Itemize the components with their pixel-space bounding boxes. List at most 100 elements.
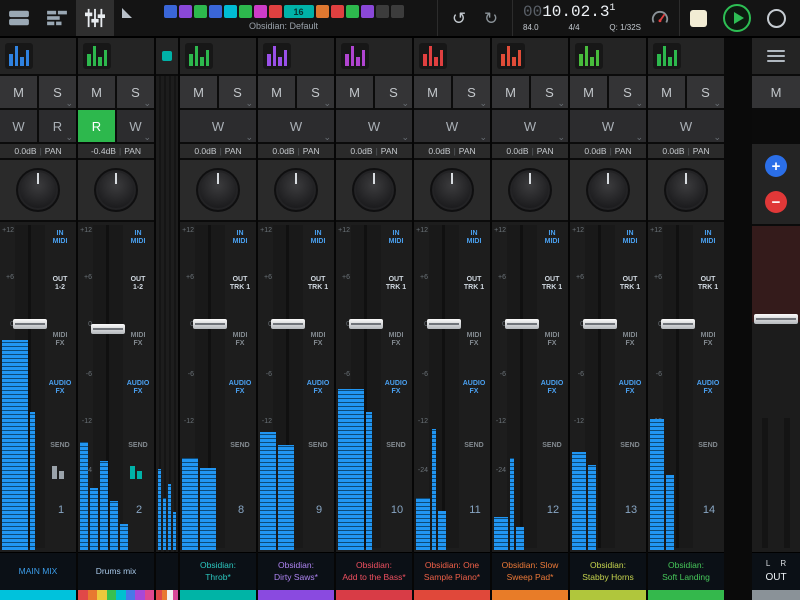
scene-cell[interactable] [194,5,207,18]
routing-label[interactable]: AUDIO FX [382,380,410,397]
scene-cell[interactable] [391,5,404,18]
channel-name[interactable]: Obsidian: One Sample Piano* [414,552,490,590]
gain-pan-row[interactable]: -0.4dB|PAN [78,144,154,160]
mute-button[interactable]: M [180,76,217,108]
routing-label[interactable]: MIDI FX [46,332,74,349]
routing-label[interactable]: SEND [616,442,644,450]
record-button[interactable] [767,9,786,28]
pan-knob[interactable] [16,168,60,212]
playhead-marker[interactable] [122,8,132,18]
collapsed-tracks-strip[interactable] [156,38,178,600]
channel-name[interactable]: Obsidian: Throb* [180,552,256,590]
gain-pan-row[interactable]: 0.0dB|PAN [180,144,256,160]
scene-cell[interactable] [346,5,359,18]
time-signature[interactable]: 4/4 [568,23,579,32]
pan-knob[interactable] [664,168,708,212]
routing-label[interactable]: SEND [304,442,332,450]
routing-label[interactable]: OUT TRK 1 [382,276,410,293]
routing-label[interactable]: AUDIO FX [304,380,332,397]
routing-label[interactable]: MIDI FX [124,332,152,349]
master-mute-button[interactable]: M [752,76,800,108]
fader-handle[interactable] [427,319,461,329]
scene-cell[interactable] [331,5,344,18]
gain-pan-row[interactable]: 0.0dB|PAN [414,144,490,160]
mute-button[interactable]: M [492,76,529,108]
instrument-icon[interactable] [497,43,525,69]
routing-label[interactable]: MIDI FX [382,332,410,349]
channel-name[interactable]: Obsidian: Stabby Horns [570,552,646,590]
scene-cell[interactable] [254,5,267,18]
routing-label[interactable]: SEND [694,442,722,450]
routing-label[interactable]: IN MIDI [382,230,410,247]
routing-label[interactable]: IN MIDI [304,230,332,247]
routing-label[interactable]: MIDI FX [304,332,332,349]
mute-button[interactable]: M [570,76,607,108]
fader-handle[interactable] [13,319,47,329]
fader-handle[interactable] [661,319,695,329]
routing-label[interactable]: AUDIO FX [46,380,74,397]
routing-label[interactable]: IN MIDI [616,230,644,247]
gain-pan-row[interactable]: 0.0dB|PAN [648,144,724,160]
fader-handle[interactable] [91,324,125,334]
mixer-view-button[interactable] [76,0,114,36]
channel-name[interactable]: Obsidian: Dirty Saws* [258,552,334,590]
routing-label[interactable]: AUDIO FX [460,380,488,397]
routing-label[interactable]: MIDI FX [616,332,644,349]
instrument-icon[interactable] [653,43,681,69]
routing-label[interactable]: MIDI FX [538,332,566,349]
group-icon[interactable] [52,466,68,479]
fader-handle[interactable] [505,319,539,329]
routing-label[interactable]: IN MIDI [124,230,152,247]
cpu-meter-icon[interactable] [651,9,669,27]
routing-label[interactable]: MIDI FX [226,332,254,349]
scene-cell[interactable] [316,5,329,18]
routing-label[interactable]: OUT TRK 1 [460,276,488,293]
routing-label[interactable]: SEND [124,442,152,450]
pan-knob[interactable] [274,168,318,212]
preset-name[interactable]: Obsidian: Default [249,21,318,31]
routing-label[interactable]: MIDI FX [460,332,488,349]
scene-cell[interactable] [239,5,252,18]
instrument-icon[interactable] [83,43,111,69]
routing-label[interactable]: AUDIO FX [124,380,152,397]
add-channel-button[interactable]: + [765,155,787,177]
fader-handle[interactable] [349,319,383,329]
instrument-icon[interactable] [341,43,369,69]
routing-label[interactable]: OUT TRK 1 [616,276,644,293]
gain-pan-row[interactable]: 0.0dB|PAN [492,144,568,160]
gain-pan-row[interactable]: 0.0dB|PAN [0,144,76,160]
instrument-icon[interactable] [575,43,603,69]
routing-label[interactable]: OUT TRK 1 [226,276,254,293]
redo-button[interactable]: ↻ [480,10,502,27]
channel-name[interactable]: Obsidian: Slow Sweep Pad* [492,552,568,590]
routing-label[interactable]: SEND [46,442,74,450]
pan-knob[interactable] [508,168,552,212]
routing-label[interactable]: IN MIDI [460,230,488,247]
instrument-icon[interactable] [419,43,447,69]
routing-label[interactable]: IN MIDI [46,230,74,247]
pan-knob[interactable] [196,168,240,212]
channel-name[interactable]: MAIN MIX [0,552,76,590]
mute-button[interactable]: M [336,76,373,108]
tempo-value[interactable]: 84.0 [523,23,539,32]
stop-button[interactable] [690,10,707,27]
menu-icon[interactable] [767,50,785,62]
scene-cell[interactable] [224,5,237,18]
routing-label[interactable]: OUT TRK 1 [304,276,332,293]
routing-label[interactable]: IN MIDI [694,230,722,247]
routing-label[interactable]: SEND [538,442,566,450]
pan-knob[interactable] [430,168,474,212]
routing-label[interactable]: SEND [226,442,254,450]
routing-label[interactable]: OUT TRK 1 [694,276,722,293]
scene-cell[interactable] [361,5,374,18]
routing-label[interactable]: IN MIDI [538,230,566,247]
scene-cell[interactable] [376,5,389,18]
time-display[interactable]: 0010.02.31 84.0 4/4 Q: 1/32S [523,4,641,32]
channel-name[interactable]: Drums mix [78,552,154,590]
scene-cell[interactable] [269,5,282,18]
scene-cell[interactable] [179,5,192,18]
routing-label[interactable]: MIDI FX [694,332,722,349]
mute-button[interactable]: M [414,76,451,108]
quantize-value[interactable]: Q: 1/32S [609,23,641,32]
remove-channel-button[interactable]: − [765,191,787,213]
